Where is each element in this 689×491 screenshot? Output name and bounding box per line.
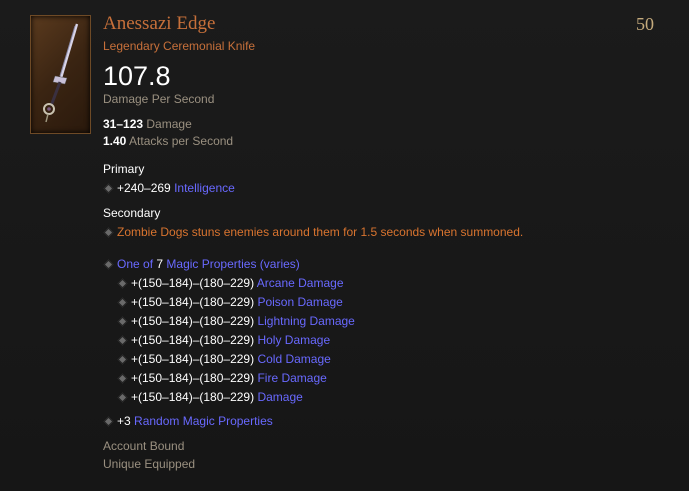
magic-properties-header: One of 7 Magic Properties (varies) xyxy=(103,257,663,271)
diamond-bullet-icon xyxy=(117,354,128,365)
item-footer: Account Bound Unique Equipped xyxy=(103,439,663,471)
diamond-bullet-icon xyxy=(117,297,128,308)
magic-option-value: +(150–184)–(180–229) xyxy=(131,352,255,366)
magic-option: +(150–184)–(180–229) Cold Damage xyxy=(103,352,663,366)
account-bound-text: Account Bound xyxy=(103,439,185,453)
magic-option-value: +(150–184)–(180–229) xyxy=(131,371,255,385)
diamond-bullet-icon xyxy=(103,183,114,194)
magic-label: Magic Properties (varies) xyxy=(166,257,300,271)
magic-option-value: +(150–184)–(180–229) xyxy=(131,390,255,404)
primary-title: Primary xyxy=(103,162,145,176)
damage-stat: 31–123 Damage xyxy=(103,117,663,131)
aps-stat: 1.40 Attacks per Second xyxy=(103,134,663,148)
primary-value: +240–269 xyxy=(117,181,171,195)
magic-option-value: +(150–184)–(180–229) xyxy=(131,276,255,290)
magic-option-label: Cold Damage xyxy=(257,352,331,366)
ceremonial-knife-icon xyxy=(43,23,79,123)
item-icon-frame xyxy=(30,15,91,134)
magic-option: +(150–184)–(180–229) Poison Damage xyxy=(103,295,663,309)
magic-option: +(150–184)–(180–229) Lightning Damage xyxy=(103,314,663,328)
diamond-bullet-icon xyxy=(117,316,128,327)
primary-label: Intelligence xyxy=(174,181,235,195)
magic-prefix: One of xyxy=(117,257,154,271)
legendary-affix: Zombie Dogs stuns enemies around them fo… xyxy=(103,225,663,239)
unique-equipped-text: Unique Equipped xyxy=(103,457,196,471)
secondary-title: Secondary xyxy=(103,206,161,220)
diamond-bullet-icon xyxy=(117,335,128,346)
magic-option: +(150–184)–(180–229) Fire Damage xyxy=(103,371,663,385)
tooltip-content: Anessazi Edge Legendary Ceremonial Knife… xyxy=(103,13,663,471)
damage-value: 31–123 xyxy=(103,117,144,131)
magic-option-label: Poison Damage xyxy=(257,295,343,309)
magic-option-label: Damage xyxy=(257,390,303,404)
primary-property: +240–269 Intelligence xyxy=(103,181,663,195)
aps-value: 1.40 xyxy=(103,134,127,148)
random-value: +3 xyxy=(117,414,131,428)
magic-option: +(150–184)–(180–229) Arcane Damage xyxy=(103,276,663,290)
diamond-bullet-icon xyxy=(117,278,128,289)
legendary-affix-text: Zombie Dogs stuns enemies around them fo… xyxy=(117,225,524,239)
dps-value: 107.8 xyxy=(103,61,171,91)
diamond-bullet-icon xyxy=(103,227,114,238)
magic-option-label: Lightning Damage xyxy=(257,314,355,328)
random-label: Random Magic Properties xyxy=(134,414,273,428)
aps-label: Attacks per Second xyxy=(129,134,234,148)
magic-option-label: Fire Damage xyxy=(257,371,327,385)
item-name: Anessazi Edge xyxy=(103,13,216,34)
item-type: Legendary Ceremonial Knife xyxy=(103,39,256,53)
random-properties: +3 Random Magic Properties xyxy=(103,414,663,428)
diamond-bullet-icon xyxy=(103,416,114,427)
item-tooltip: 50 Anessazi Edge Legendary Ceremonial Kn… xyxy=(0,0,689,491)
magic-option-value: +(150–184)–(180–229) xyxy=(131,314,255,328)
magic-count: 7 xyxy=(156,257,164,271)
magic-option-label: Holy Damage xyxy=(257,333,331,347)
damage-label: Damage xyxy=(146,117,192,131)
magic-option-label: Arcane Damage xyxy=(256,276,344,290)
magic-option: +(150–184)–(180–229) Holy Damage xyxy=(103,333,663,347)
diamond-bullet-icon xyxy=(117,373,128,384)
diamond-bullet-icon xyxy=(117,392,128,403)
dps-label: Damage Per Second xyxy=(103,92,215,106)
base-stats: 31–123 Damage 1.40 Attacks per Second xyxy=(103,117,663,148)
magic-option-value: +(150–184)–(180–229) xyxy=(131,333,255,347)
magic-option-value: +(150–184)–(180–229) xyxy=(131,295,255,309)
diamond-bullet-icon xyxy=(103,259,114,270)
magic-option: +(150–184)–(180–229) Damage xyxy=(103,390,663,404)
